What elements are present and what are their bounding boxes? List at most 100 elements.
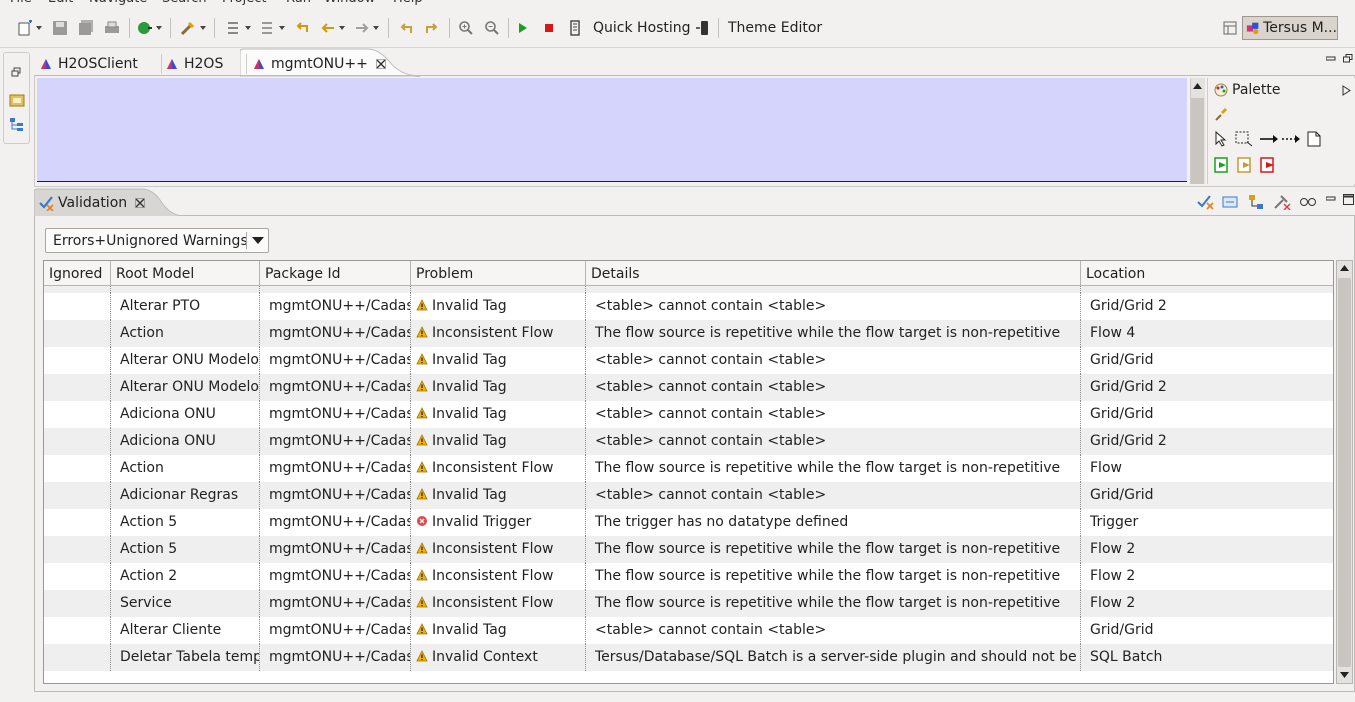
save-icon[interactable]: [52, 20, 68, 36]
minimize-icon[interactable]: [1326, 54, 1336, 62]
table-row[interactable]: Deletar Tabela temp2mgmtONU++/Cadastro In…: [44, 644, 1333, 671]
cell-ignored: [44, 320, 111, 347]
table-row[interactable]: Alterar ClientemgmtONU++/Cadastro Invalid…: [44, 617, 1333, 644]
expand-right-icon[interactable]: [1342, 85, 1351, 96]
close-icon[interactable]: [135, 198, 145, 208]
table-row[interactable]: Alterar PTOmgmtONU++/Cadastro Invalid Tag…: [44, 286, 1333, 293]
table-row[interactable]: Adicionar RegrasmgmtONU++/Cadastro Invali…: [44, 482, 1333, 509]
menu-project[interactable]: Project: [222, 0, 266, 6]
model-canvas[interactable]: [37, 78, 1187, 182]
menu-search[interactable]: Search: [162, 0, 207, 6]
warning-icon: [416, 461, 428, 473]
build-tool-icon[interactable]: [180, 20, 196, 36]
problem-text: Invalid Tag: [432, 298, 507, 314]
filter-combo[interactable]: Errors+Unignored Warnings: [45, 228, 269, 253]
back-icon[interactable]: [320, 20, 336, 36]
menu-file[interactable]: File: [10, 0, 32, 6]
cell-location: Grid/Grid 2: [1090, 433, 1167, 449]
cell-root: Alterar ONU Modelo: [111, 374, 260, 401]
trigger-element-icon[interactable]: [1214, 157, 1230, 173]
editor-tab-mgmtonu[interactable]: mgmtONU++: [253, 52, 393, 76]
forward-icon[interactable]: [354, 20, 370, 36]
marquee-icon[interactable]: [1235, 131, 1253, 147]
zoom-in-icon[interactable]: [458, 20, 474, 36]
table-row[interactable]: ServicemgmtONU++/Cadastro Inconsistent Fl…: [44, 590, 1333, 617]
table-row[interactable]: Alterar PTOmgmtONU++/Cadastro Invalid Tag…: [44, 293, 1333, 320]
exit-element-icon[interactable]: [1237, 157, 1253, 173]
debug-icon[interactable]: [137, 20, 153, 36]
column-header-package[interactable]: Package Id: [260, 261, 411, 286]
view-minimize-icon[interactable]: [1326, 194, 1336, 202]
console-icon[interactable]: [567, 20, 583, 36]
column-header-location[interactable]: Location: [1081, 261, 1333, 286]
perspective-tersus-modeling[interactable]: Tersus M...: [1242, 16, 1338, 40]
validate-clear-icon[interactable]: [1197, 194, 1214, 210]
editor-tab-h2osclient[interactable]: H2OSClient: [40, 52, 162, 76]
flow-connection-icon[interactable]: [1259, 134, 1279, 144]
note-icon[interactable]: [1307, 131, 1321, 147]
table-row[interactable]: Alterar ONU ModelomgmtONU++/Cadastro Inva…: [44, 347, 1333, 374]
redo-icon[interactable]: [424, 20, 440, 36]
theme-editor-button[interactable]: Theme Editor: [728, 20, 822, 36]
scroll-up-icon[interactable]: [1193, 82, 1202, 90]
menu-run[interactable]: Run: [286, 0, 311, 6]
warning-icon: [416, 353, 428, 365]
prev-annotation-icon[interactable]: [259, 20, 275, 36]
table-row[interactable]: Adiciona ONUmgmtONU++/Cadastro Invalid Ta…: [44, 401, 1333, 428]
table-scroll-thumb[interactable]: [1338, 278, 1351, 667]
table-row[interactable]: ActionmgmtONU++/Cadastro Inconsistent Flo…: [44, 320, 1333, 347]
cell-location: SQL Batch: [1090, 649, 1163, 665]
problem-text: Invalid Tag: [432, 352, 507, 368]
menu-window[interactable]: Window: [324, 0, 375, 6]
editor-scroll-thumb[interactable]: [1191, 98, 1204, 184]
filter-view-icon[interactable]: [1222, 195, 1238, 209]
last-edit-icon[interactable]: [294, 20, 310, 36]
stop-icon[interactable]: [541, 20, 557, 36]
menu-edit[interactable]: Edit: [48, 0, 73, 6]
cell-package: mgmtONU++/Cadastro: [260, 286, 411, 293]
new-wizard-icon[interactable]: [17, 20, 33, 36]
pin-tool-icon[interactable]: [1213, 106, 1229, 122]
print-icon[interactable]: [104, 20, 120, 36]
menu-help[interactable]: Help: [393, 0, 423, 6]
cell-ignored: [44, 374, 111, 401]
dotted-connection-icon[interactable]: [1281, 134, 1301, 144]
scroll-up-icon[interactable]: [1340, 264, 1349, 272]
ignore-tool-icon[interactable]: [1273, 194, 1291, 210]
error-exit-icon[interactable]: [1260, 157, 1276, 173]
save-all-icon[interactable]: [78, 20, 94, 36]
select-arrow-icon[interactable]: [1215, 131, 1227, 147]
table-row[interactable]: Action 5mgmtONU++/Cadastro Invalid Trigge…: [44, 509, 1333, 536]
table-row[interactable]: Action 2mgmtONU++/Cadastro Inconsistent F…: [44, 563, 1333, 590]
menu-navigate[interactable]: Navigate: [89, 0, 147, 6]
tersus-model-icon: [254, 59, 264, 69]
table-row[interactable]: ActionmgmtONU++/Cadastro Inconsistent Flo…: [44, 455, 1333, 482]
quick-hosting-button[interactable]: Quick Hosting: [593, 20, 691, 36]
restore-icon[interactable]: [11, 67, 22, 78]
cell-package: mgmtONU++/Cadastro: [260, 293, 411, 320]
editor-tab-h2os[interactable]: H2OS: [166, 52, 244, 76]
package-explorer-icon[interactable]: [9, 92, 25, 108]
validation-tab[interactable]: Validation: [38, 193, 145, 213]
zoom-out-icon[interactable]: [484, 20, 500, 36]
column-header-problem[interactable]: Problem: [411, 261, 586, 286]
open-perspective-icon[interactable]: [1222, 20, 1238, 36]
undo-icon[interactable]: [398, 20, 414, 36]
hierarchy-icon[interactable]: [1248, 194, 1264, 210]
outline-icon[interactable]: [9, 117, 25, 133]
column-header-ignored[interactable]: Ignored: [44, 261, 111, 286]
close-icon[interactable]: [376, 59, 386, 69]
maximize-icon[interactable]: [1343, 54, 1353, 64]
scroll-down-icon[interactable]: [1340, 671, 1349, 679]
mobile-device-icon[interactable]: [695, 20, 711, 36]
column-header-root[interactable]: Root Model: [111, 261, 260, 286]
table-row[interactable]: Action 5mgmtONU++/Cadastro Inconsistent F…: [44, 536, 1333, 563]
cell-package: mgmtONU++/Cadastro: [260, 428, 411, 455]
table-row[interactable]: Alterar ONU ModelomgmtONU++/Cadastro Inva…: [44, 374, 1333, 401]
table-row[interactable]: Adiciona ONUmgmtONU++/Cadastro Invalid Ta…: [44, 428, 1333, 455]
column-header-details[interactable]: Details: [586, 261, 1081, 286]
next-annotation-icon[interactable]: [225, 20, 241, 36]
show-ignored-icon[interactable]: [1299, 196, 1317, 208]
view-maximize-icon[interactable]: [1343, 194, 1354, 205]
run-icon[interactable]: [515, 20, 531, 36]
